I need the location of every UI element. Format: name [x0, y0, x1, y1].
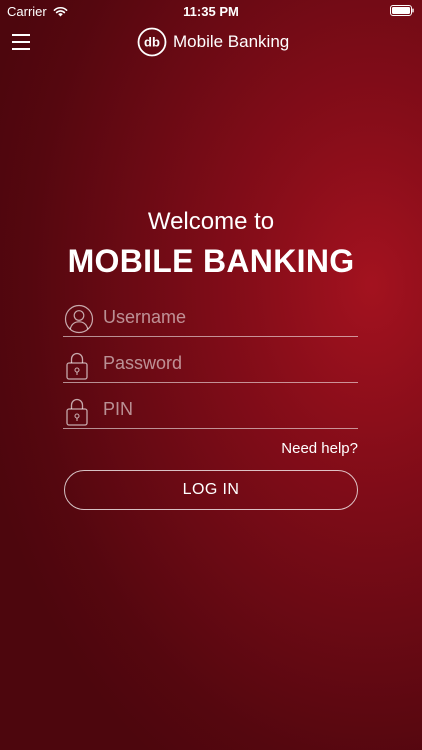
login-button[interactable]: LOG IN	[64, 470, 358, 510]
username-field	[63, 300, 358, 337]
user-icon	[64, 304, 94, 334]
hamburger-line	[12, 48, 30, 50]
app-title: Mobile Banking	[173, 32, 290, 51]
pin-field	[63, 392, 358, 429]
need-help-link[interactable]: Need help?	[281, 440, 358, 457]
lock-icon	[66, 352, 88, 380]
hamburger-line	[12, 41, 30, 43]
status-time: 11:35 PM	[183, 4, 239, 19]
battery-icon	[390, 5, 414, 16]
brand: db Mobile Banking	[137, 27, 289, 57]
password-field	[63, 346, 358, 383]
login-screen: Carrier 11:35 PM db Mobile Banking Welco…	[0, 0, 422, 750]
welcome-text: Welcome to	[147, 208, 275, 235]
page-title: MOBILE BANKING	[67, 243, 355, 279]
logo-text: db	[144, 35, 160, 50]
nav-bar: db Mobile Banking	[0, 22, 422, 64]
pin-input[interactable]	[103, 394, 353, 424]
username-input[interactable]	[103, 302, 353, 332]
password-input[interactable]	[103, 348, 353, 378]
hamburger-menu-icon	[12, 34, 30, 36]
status-bar: Carrier 11:35 PM	[0, 0, 422, 22]
db-logo-icon: db	[137, 27, 167, 57]
menu-button[interactable]	[12, 34, 32, 50]
lock-icon	[66, 398, 88, 426]
